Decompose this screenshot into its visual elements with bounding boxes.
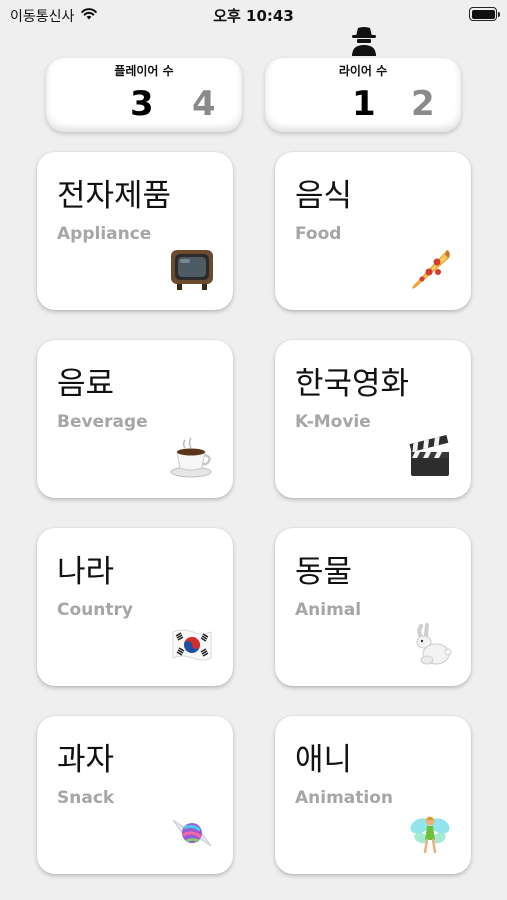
category-card-country[interactable]: 나라 Country <box>37 528 233 686</box>
player-count-title: 플레이어 수 <box>114 64 174 78</box>
category-title: 나라 <box>57 554 115 590</box>
category-title: 한국영화 <box>295 366 410 402</box>
coffee-icon <box>170 437 212 478</box>
player-count-selector[interactable]: 플레이어 수 3 4 <box>46 58 242 132</box>
fairy-icon <box>410 816 450 854</box>
tv-icon <box>171 250 213 290</box>
category-subtitle: Animation <box>295 788 394 808</box>
category-card-food[interactable]: 음식 Food <box>275 152 471 310</box>
liar-count-selector[interactable]: 라이어 수 1 2 <box>265 58 461 132</box>
category-card-animation[interactable]: 애니 Animation <box>275 716 471 874</box>
category-subtitle: Food <box>295 224 342 244</box>
pizza-icon <box>412 250 450 289</box>
category-title: 음식 <box>295 178 353 214</box>
category-subtitle: K-Movie <box>295 412 371 432</box>
battery-icon <box>469 7 500 21</box>
category-title: 동물 <box>295 554 353 590</box>
korea-flag-icon <box>172 629 212 661</box>
rabbit-icon <box>416 623 452 665</box>
category-subtitle: Country <box>57 600 133 620</box>
liar-count-title: 라이어 수 <box>338 64 388 78</box>
status-bar: 이동통신사 오후 10:43 <box>0 0 507 30</box>
player-count-next[interactable]: 4 <box>192 84 216 124</box>
category-card-animal[interactable]: 동물 Animal <box>275 528 471 686</box>
category-subtitle: Appliance <box>57 224 152 244</box>
spy-icon <box>352 27 376 56</box>
liar-count-current[interactable]: 1 <box>352 84 376 124</box>
category-subtitle: Snack <box>57 788 115 808</box>
clapperboard-icon <box>409 434 449 476</box>
category-title: 음료 <box>57 366 115 402</box>
category-card-kmovie[interactable]: 한국영화 K-Movie <box>275 340 471 498</box>
liar-count-next[interactable]: 2 <box>411 84 435 124</box>
category-card-beverage[interactable]: 음료 Beverage <box>37 340 233 498</box>
clock: 오후 10:43 <box>213 7 294 25</box>
player-count-current[interactable]: 3 <box>130 84 154 124</box>
category-card-appliance[interactable]: 전자제품 Appliance <box>37 152 233 310</box>
category-title: 과자 <box>57 742 115 778</box>
category-card-snack[interactable]: 과자 Snack <box>37 716 233 874</box>
category-title: 전자제품 <box>57 178 172 214</box>
candy-icon <box>172 819 212 847</box>
category-subtitle: Animal <box>295 600 362 620</box>
category-subtitle: Beverage <box>57 412 148 432</box>
category-title: 애니 <box>295 742 353 778</box>
